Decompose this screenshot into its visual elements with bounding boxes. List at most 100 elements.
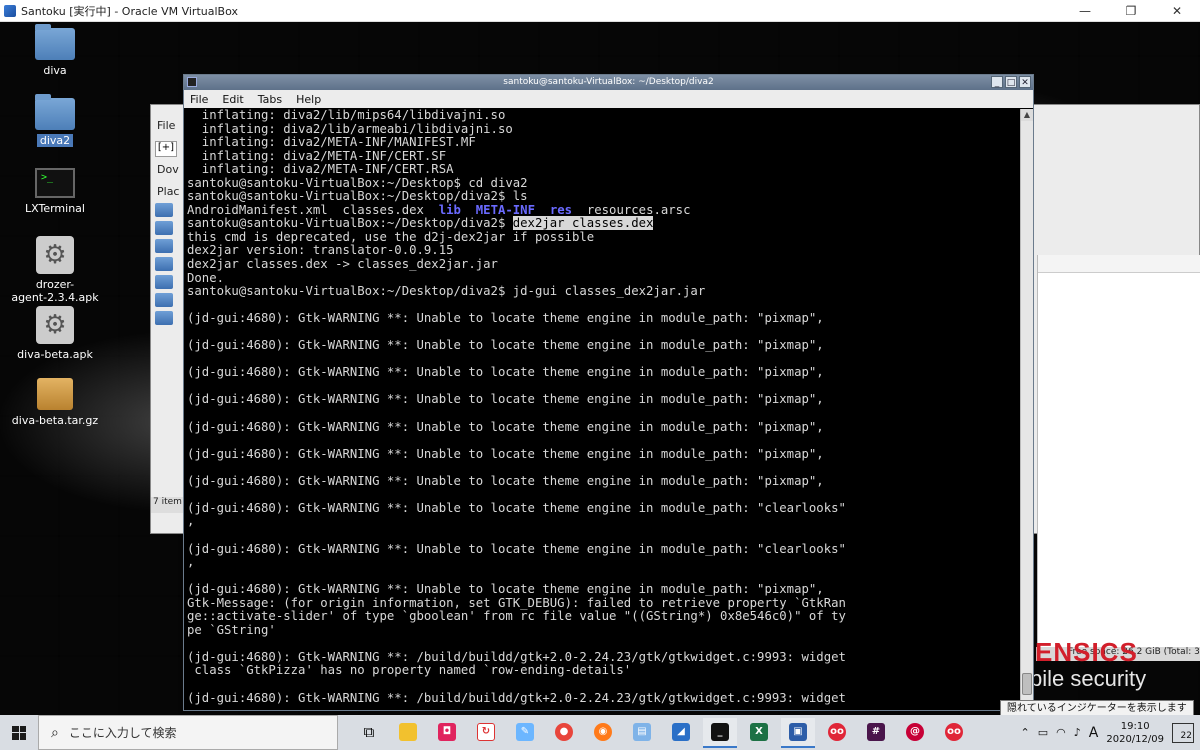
vbox-title-bar: Santoku [実行中] - Oracle VM VirtualBox — ❐…	[0, 0, 1200, 22]
terminal-blank	[187, 380, 1020, 394]
desktop-icon-diva[interactable]: diva	[10, 24, 100, 77]
folder-icon[interactable]	[155, 257, 173, 271]
desktop-icon-diva2[interactable]: diva2	[10, 94, 100, 147]
terminal-line: ,	[187, 514, 195, 529]
terminal-title-bar[interactable]: santoku@santoku-VirtualBox: ~/Desktop/di…	[184, 75, 1033, 90]
excel-icon[interactable]: X	[742, 718, 776, 748]
terminal-minimize-button[interactable]: _	[991, 76, 1003, 88]
folder-icon[interactable]	[155, 293, 173, 307]
notification-center-icon[interactable]: 22	[1172, 722, 1194, 743]
restore-button[interactable]: ❐	[1108, 0, 1154, 22]
task-view-icon[interactable]: ⧉	[352, 718, 386, 748]
terminal-app-icon[interactable]: _	[703, 717, 737, 748]
terminal-warning: (jd-gui:4680): Gtk-WARNING **: Unable to…	[187, 500, 846, 515]
taskbar-search[interactable]: ⌕ ここに入力して検索	[38, 715, 338, 750]
app-icon-red[interactable]: ◘	[430, 718, 464, 748]
menu-tabs[interactable]: Tabs	[258, 93, 282, 106]
folder-icon[interactable]	[155, 203, 173, 217]
terminal-warning: (jd-gui:4680): Gtk-WARNING **: Unable to…	[187, 311, 824, 326]
ime-indicator[interactable]: A	[1089, 725, 1099, 741]
sync-app-icon[interactable]: ↻	[469, 718, 503, 748]
terminal-icon: >_	[35, 168, 75, 198]
terminal-line: santoku@santoku-VirtualBox:~/Desktop/div…	[187, 189, 528, 204]
terminal-close-button[interactable]: ✕	[1019, 76, 1031, 88]
close-button[interactable]: ✕	[1154, 0, 1200, 22]
slack-icon[interactable]: #	[859, 718, 893, 748]
clock[interactable]: 19:10 2020/12/09	[1106, 720, 1164, 746]
fm-places-label: Plac	[157, 185, 180, 198]
fm-new-tab-button[interactable]: [+]	[155, 141, 177, 157]
file-explorer-icon[interactable]	[391, 718, 425, 748]
desktop-icon-label: diva-beta.apk	[17, 348, 93, 361]
virtualbox-app-icon[interactable]: ▣	[781, 717, 815, 748]
terminal-warning: (jd-gui:4680): Gtk-WARNING **: Unable to…	[187, 419, 824, 434]
minimize-button[interactable]: —	[1062, 0, 1108, 22]
debian-icon[interactable]: @	[898, 718, 932, 748]
terminal-icon	[187, 77, 197, 87]
scroll-up-arrow-icon[interactable]: ▲	[1021, 109, 1033, 121]
desktop-icon-lxterminal[interactable]: >_ LXTerminal	[10, 168, 100, 215]
terminal-warning: (jd-gui:4680): Gtk-WARNING **: Unable to…	[187, 392, 824, 407]
folder-icon[interactable]	[155, 275, 173, 289]
selected-text[interactable]: dex2jar classes.dex	[512, 216, 654, 231]
firefox-icon[interactable]: ◉	[586, 718, 620, 748]
wifi-icon[interactable]: ◠	[1056, 726, 1066, 739]
desktop-icon-label: diva	[43, 64, 67, 77]
fm-menu-file[interactable]: File	[151, 119, 175, 132]
app-icon-oo-2[interactable]: oo	[937, 718, 971, 748]
scrollbar-thumb[interactable]	[1022, 673, 1032, 695]
terminal-blank	[187, 434, 1020, 448]
folder-icon[interactable]	[155, 221, 173, 235]
menu-edit[interactable]: Edit	[222, 93, 243, 106]
paint-app-icon[interactable]: ✎	[508, 718, 542, 748]
ls-dir: lib	[438, 202, 461, 217]
windows-taskbar: ⌕ ここに入力して検索 ⧉ ◘ ↻ ✎ ● ◉ ▤ ◢ _ X ▣ oo # @…	[0, 715, 1200, 750]
terminal-maximize-button[interactable]: □	[1005, 76, 1017, 88]
desktop-icon-label: drozer- agent-2.3.4.apk	[11, 278, 99, 304]
desktop-icon-diva-beta-apk[interactable]: ⚙ diva-beta.apk	[10, 306, 100, 361]
brand-text-forensics: ENSICS	[1035, 637, 1138, 667]
chevron-up-icon[interactable]: ⌃	[1021, 726, 1030, 739]
terminal-line: inflating: diva2/META-INF/CERT.SF	[187, 148, 447, 163]
terminal-scrollbar[interactable]: ▲	[1020, 109, 1033, 709]
ls-dir: META-INF	[475, 202, 535, 217]
terminal-window[interactable]: santoku@santoku-VirtualBox: ~/Desktop/di…	[183, 74, 1034, 711]
windows-logo-icon	[12, 725, 26, 740]
terminal-blank	[187, 678, 1020, 692]
folder-icon	[35, 24, 75, 60]
battery-icon[interactable]: ▭	[1038, 726, 1048, 739]
desktop-icon-label: diva2	[36, 134, 74, 147]
fm-status-items: 7 item	[151, 497, 183, 513]
chrome-icon[interactable]: ●	[547, 718, 581, 748]
terminal-ls-output: AndroidManifest.xml classes.dex lib META…	[187, 202, 1020, 218]
folder-icon[interactable]	[155, 311, 173, 325]
terminal-line: inflating: diva2/lib/mips64/libdivajni.s…	[187, 109, 506, 122]
app-icon-oo[interactable]: oo	[820, 718, 854, 748]
terminal-warning: (jd-gui:4680): Gtk-WARNING **: Unable to…	[187, 541, 846, 556]
desktop-icon-diva-beta-targz[interactable]: diva-beta.tar.gz	[10, 378, 100, 427]
terminal-blank	[187, 488, 1020, 502]
volume-icon[interactable]: ♪	[1074, 726, 1081, 739]
notepad-icon[interactable]: ▤	[625, 718, 659, 748]
clock-date: 2020/12/09	[1106, 733, 1164, 745]
terminal-output[interactable]: inflating: diva2/lib/mips64/libdivajni.s…	[186, 109, 1020, 709]
folder-icon[interactable]	[155, 239, 173, 253]
terminal-title: santoku@santoku-VirtualBox: ~/Desktop/di…	[503, 77, 714, 87]
terminal-line: santoku@santoku-VirtualBox:~/Desktop$ cd…	[187, 175, 528, 190]
start-button[interactable]	[0, 715, 38, 750]
terminal-line: ,	[187, 555, 195, 570]
terminal-menu-bar: File Edit Tabs Help	[184, 90, 1033, 108]
menu-file[interactable]: File	[190, 93, 208, 106]
terminal-warning: (jd-gui:4680): Gtk-WARNING **: /build/bu…	[187, 690, 846, 705]
wireshark-icon[interactable]: ◢	[664, 718, 698, 748]
terminal-line: class `GtkPizza' has no property named `…	[187, 663, 632, 678]
terminal-warning: (jd-gui:4680): Gtk-WARNING **: Unable to…	[187, 473, 824, 488]
terminal-line: inflating: diva2/lib/armeabi/libdivajni.…	[187, 121, 513, 136]
search-placeholder: ここに入力して検索	[68, 726, 177, 740]
terminal-warning: (jd-gui:4680): Gtk-WARNING **: Unable to…	[187, 446, 824, 461]
terminal-warning: (jd-gui:4680): Gtk-WARNING **: Unable to…	[187, 582, 824, 597]
desktop-icon-drozer-apk[interactable]: ⚙ drozer- agent-2.3.4.apk	[10, 236, 100, 304]
fm-file-list[interactable]	[1037, 255, 1200, 650]
menu-help[interactable]: Help	[296, 93, 321, 106]
ls-file: AndroidManifest.xml	[187, 202, 328, 217]
